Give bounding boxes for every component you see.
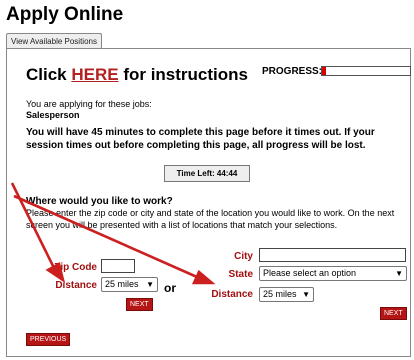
progress-fill: [322, 67, 326, 75]
zip-next-button[interactable]: NEXT: [126, 298, 153, 311]
progress-bar: [321, 66, 411, 76]
progress-label: PROGRESS:: [262, 66, 323, 77]
city-distance-value: 25 miles: [263, 289, 297, 299]
instructions-prefix: Click: [26, 65, 72, 84]
page-title: Apply Online: [6, 4, 124, 25]
zip-distance-select[interactable]: 25 miles ▼: [101, 277, 158, 292]
or-text: or: [164, 281, 176, 295]
chevron-down-icon: ▼: [302, 290, 310, 299]
state-label: State: [228, 269, 253, 280]
city-next-button[interactable]: NEXT: [380, 307, 407, 320]
instructions-heading: Click HERE for instructions: [26, 65, 248, 85]
zip-code-input[interactable]: [101, 259, 135, 273]
instructions-link[interactable]: HERE: [71, 65, 118, 84]
where-description: Please enter the zip code or city and st…: [26, 208, 395, 230]
instructions-suffix: for instructions: [118, 65, 248, 84]
city-distance-label: Distance: [211, 289, 253, 300]
tab-view-available-positions[interactable]: View Available Positions: [6, 33, 102, 49]
applying-text: You are applying for these jobs:: [26, 99, 152, 109]
city-label: City: [234, 251, 253, 262]
state-value: Please select an option: [263, 268, 357, 278]
applying-info: You are applying for these jobs: Salespe…: [26, 99, 152, 121]
chevron-down-icon: ▼: [395, 269, 403, 278]
zip-distance-label: Distance: [55, 280, 97, 291]
previous-button[interactable]: PREVIOUS: [26, 333, 71, 346]
zip-distance-value: 25 miles: [105, 279, 139, 289]
city-distance-select[interactable]: 25 miles ▼: [259, 287, 314, 302]
chevron-down-icon: ▼: [146, 280, 154, 289]
timeout-warning: You will have 45 minutes to complete thi…: [26, 127, 375, 151]
where-heading: Where would you like to work?: [26, 196, 173, 207]
time-left-indicator: Time Left: 44:44: [164, 165, 250, 182]
zip-code-label: Zip Code: [54, 262, 97, 273]
city-input[interactable]: [259, 248, 406, 262]
job-name: Salesperson: [26, 110, 80, 120]
state-select[interactable]: Please select an option ▼: [259, 266, 407, 281]
